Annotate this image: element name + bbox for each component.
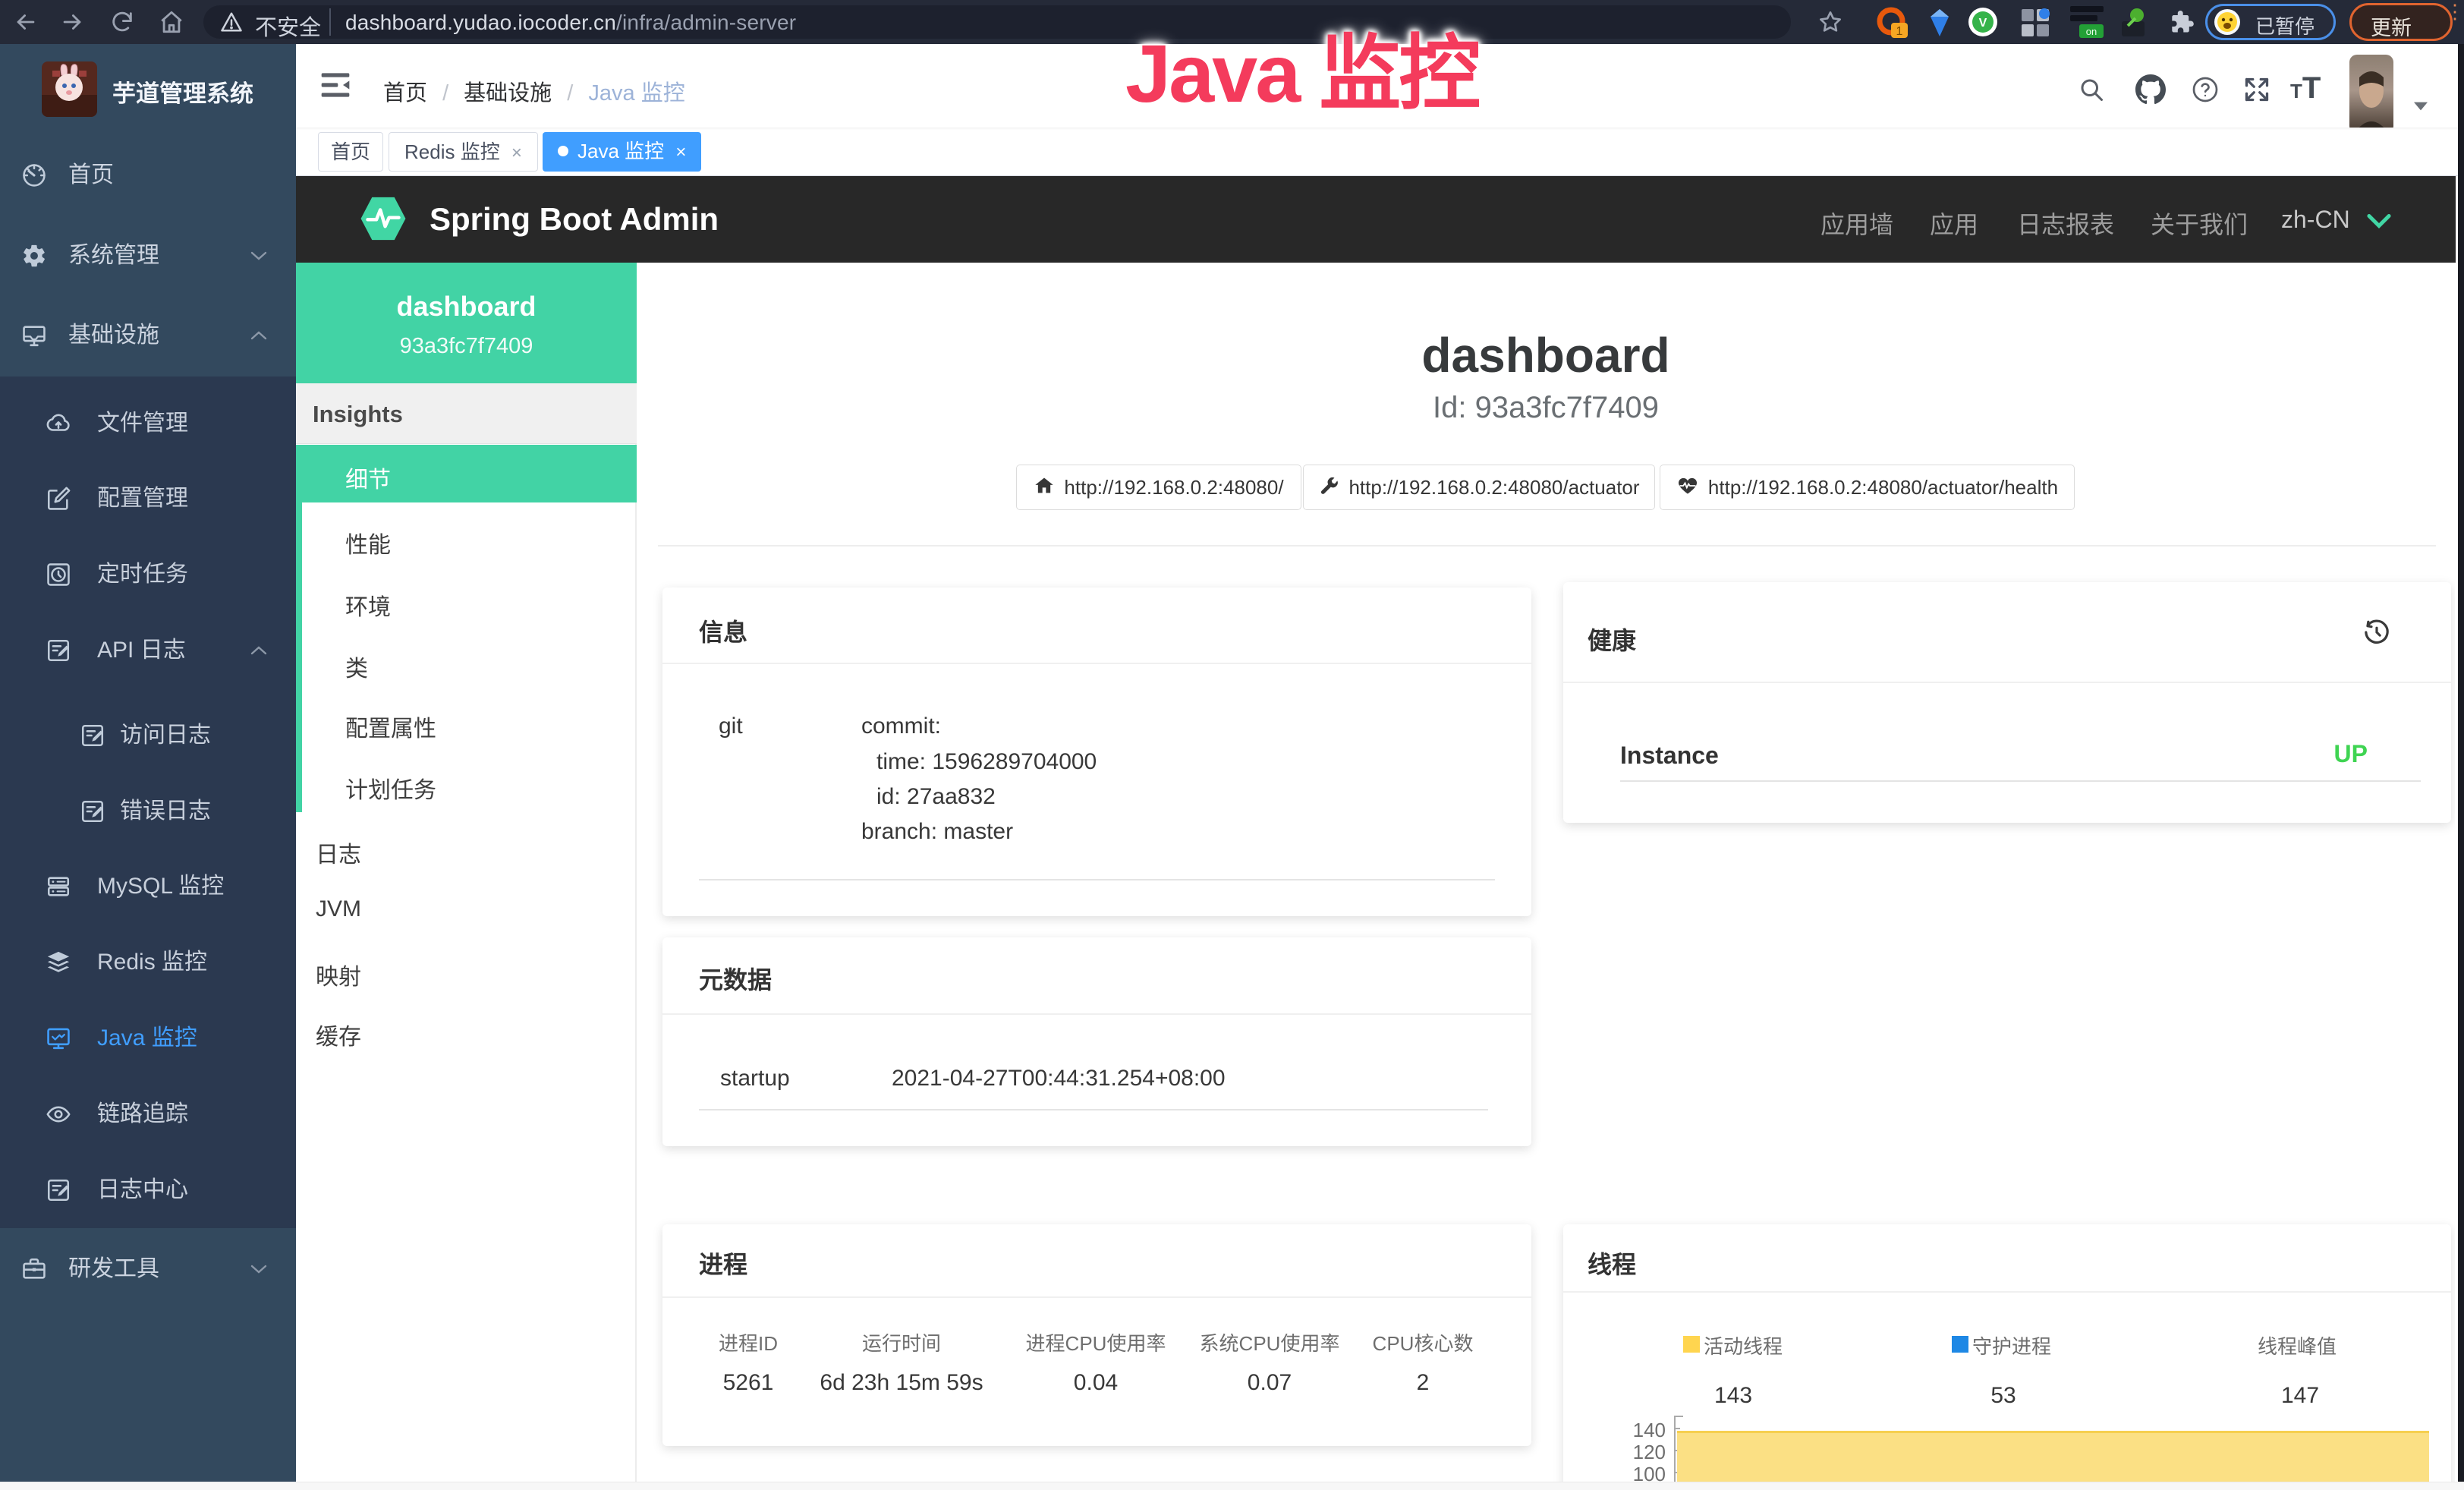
- svg-text:V: V: [1979, 17, 1987, 30]
- svg-text:1: 1: [1896, 25, 1903, 38]
- svg-text:on: on: [2086, 26, 2097, 37]
